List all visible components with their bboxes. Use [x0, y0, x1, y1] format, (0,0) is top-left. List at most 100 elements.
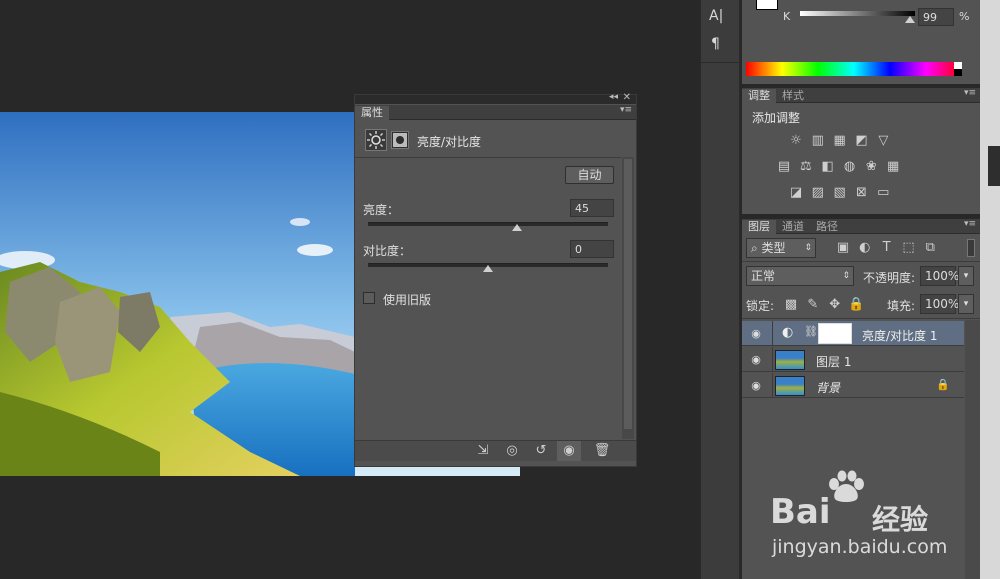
adjustment-icons-row-1: ☼ ▥ ▦ ◩ ▽: [787, 132, 957, 150]
adjustments-panel: 调整 样式 ▾≡ 添加调整 ☼ ▥ ▦ ◩ ▽ ▤ ⚖ ◧ ◍ ❀ ▦ ◪ ▨ ▧…: [742, 88, 980, 214]
opacity-dropdown-icon[interactable]: ▾: [958, 266, 974, 286]
divider: [355, 157, 621, 158]
layer-row-adjustment[interactable]: ◉ ◐ ⛓ 亮度/对比度 1: [742, 321, 964, 346]
character-panel-icon[interactable]: A|: [709, 8, 723, 24]
eye-icon[interactable]: ◉: [742, 347, 770, 372]
brightness-slider-thumb[interactable]: [511, 224, 522, 231]
adjustments-tabstrip: 调整 样式 ▾≡: [742, 88, 980, 103]
properties-scrollbar[interactable]: [622, 157, 634, 439]
add-adjustment-label: 添加调整: [752, 111, 801, 125]
adjustment-filter-icon[interactable]: ◐: [856, 239, 874, 257]
layer-mask-thumbnail[interactable]: [818, 323, 852, 344]
tab-paths[interactable]: 路径: [810, 220, 844, 234]
channel-mixer-icon[interactable]: ❀: [862, 158, 880, 176]
adjustment-icons-row-2: ▤ ⚖ ◧ ◍ ❀ ▦: [775, 158, 955, 176]
smart-object-filter-icon[interactable]: ⧉: [921, 239, 939, 257]
type-filter-icon[interactable]: T: [878, 239, 896, 257]
auto-button[interactable]: 自动: [565, 166, 614, 184]
tool-column: A| ¶: [700, 0, 740, 579]
invert-icon[interactable]: ◪: [787, 184, 805, 202]
layer-row-image[interactable]: ◉ 图层 1: [742, 347, 964, 372]
eye-icon[interactable]: ◉: [742, 321, 770, 346]
lock-transparent-icon[interactable]: ▩: [782, 296, 800, 314]
levels-icon[interactable]: ▥: [809, 132, 827, 150]
tab-adjustments[interactable]: 调整: [742, 89, 776, 103]
k-value-field[interactable]: 99: [918, 8, 954, 26]
background-window-edge: [980, 0, 1000, 579]
contrast-value-field[interactable]: 0: [570, 240, 614, 258]
panel-titlebar[interactable]: ◂◂ ✕: [355, 92, 636, 104]
layer-filter-select[interactable]: ⌕ 类型 ⇕: [746, 238, 816, 258]
foreground-swatch[interactable]: [756, 0, 778, 10]
fill-dropdown-icon[interactable]: ▾: [958, 294, 974, 314]
layer-thumbnail: [775, 376, 805, 396]
layer-name: 图层 1: [816, 355, 852, 369]
layer-name: 背景: [816, 381, 841, 395]
contrast-slider-thumb[interactable]: [483, 265, 493, 272]
view-previous-state-icon[interactable]: ◎: [503, 442, 521, 460]
mask-icon[interactable]: [391, 131, 409, 149]
selective-color-icon[interactable]: ▭: [874, 184, 892, 202]
visibility-toggle[interactable]: ◉: [557, 441, 581, 461]
opacity-field[interactable]: 100%: [920, 266, 959, 286]
layer-row-background[interactable]: ◉ 背景 🔒: [742, 373, 964, 398]
reset-icon[interactable]: ↺: [532, 442, 550, 460]
curves-icon[interactable]: ▦: [831, 132, 849, 150]
contrast-label: 对比度：: [363, 244, 412, 258]
lock-icon: 🔒: [936, 378, 950, 391]
black-white-icon[interactable]: ◧: [819, 158, 837, 176]
posterize-icon[interactable]: ▨: [809, 184, 827, 202]
black-swatch[interactable]: [954, 69, 962, 76]
brightness-slider-track[interactable]: [368, 222, 608, 226]
filter-type-value: 类型: [761, 241, 786, 255]
link-icon[interactable]: ⛓: [804, 325, 818, 338]
close-icon[interactable]: ✕: [623, 92, 631, 103]
fill-field[interactable]: 100%: [920, 294, 959, 314]
shape-filter-icon[interactable]: ⬚: [899, 239, 917, 257]
lock-icons: ▩ ✎ ✥ 🔒: [782, 296, 872, 314]
watermark-url: jingyan.baidu.com: [772, 536, 948, 558]
white-swatch[interactable]: [954, 62, 962, 69]
layer-name: 亮度/对比度 1: [862, 329, 938, 343]
color-spectrum-bar[interactable]: [746, 62, 962, 76]
eye-icon[interactable]: ◉: [742, 373, 770, 398]
tab-channels[interactable]: 通道: [776, 220, 810, 234]
filter-toggle[interactable]: [967, 239, 975, 257]
hue-saturation-icon[interactable]: ▤: [775, 158, 793, 176]
lock-position-icon[interactable]: ✥: [826, 296, 844, 314]
pixel-filter-icon[interactable]: ▣: [834, 239, 852, 257]
properties-tabstrip: 属性 ▾≡: [355, 105, 636, 120]
exposure-icon[interactable]: ◩: [852, 132, 870, 150]
search-icon: ⌕: [751, 241, 762, 255]
panel-menu-icon[interactable]: ▾≡: [620, 105, 632, 115]
lock-all-icon[interactable]: 🔒: [847, 296, 865, 314]
opacity-label: 不透明度:: [863, 271, 916, 285]
lock-paint-icon[interactable]: ✎: [804, 296, 822, 314]
color-balance-icon[interactable]: ⚖: [797, 158, 815, 176]
collapse-icon[interactable]: ◂◂: [609, 92, 618, 102]
brightness-contrast-icon[interactable]: [365, 129, 387, 151]
layer-filter-icons: ▣ ◐ T ⬚ ⧉: [834, 239, 964, 257]
brightness-value-field[interactable]: 45: [570, 199, 614, 217]
vibrance-icon[interactable]: ▽: [874, 132, 892, 150]
panel-menu-icon[interactable]: ▾≡: [964, 219, 976, 229]
k-slider-thumb[interactable]: [905, 16, 915, 23]
clip-to-layer-icon[interactable]: ⇲: [474, 442, 492, 460]
color-lookup-icon[interactable]: ▦: [884, 158, 902, 176]
watermark-brand-cn: 经验: [872, 503, 929, 536]
threshold-icon[interactable]: ▧: [831, 184, 849, 202]
tab-properties[interactable]: 属性: [355, 106, 389, 120]
panel-menu-icon[interactable]: ▾≡: [964, 88, 976, 98]
k-slider[interactable]: [800, 11, 915, 16]
trash-icon[interactable]: 🗑: [593, 442, 611, 460]
blend-mode-value: 正常: [751, 269, 776, 283]
paragraph-panel-icon[interactable]: ¶: [711, 36, 720, 52]
blend-mode-select[interactable]: 正常 ⇕: [746, 266, 854, 286]
photo-filter-icon[interactable]: ◍: [840, 158, 858, 176]
tab-layers[interactable]: 图层: [742, 220, 776, 234]
color-panel: K 99 %: [742, 0, 980, 84]
gradient-map-icon[interactable]: ⊠: [852, 184, 870, 202]
brightness-adjust-icon[interactable]: ☼: [787, 132, 805, 150]
legacy-checkbox[interactable]: [363, 292, 375, 304]
tab-styles[interactable]: 样式: [776, 89, 810, 103]
